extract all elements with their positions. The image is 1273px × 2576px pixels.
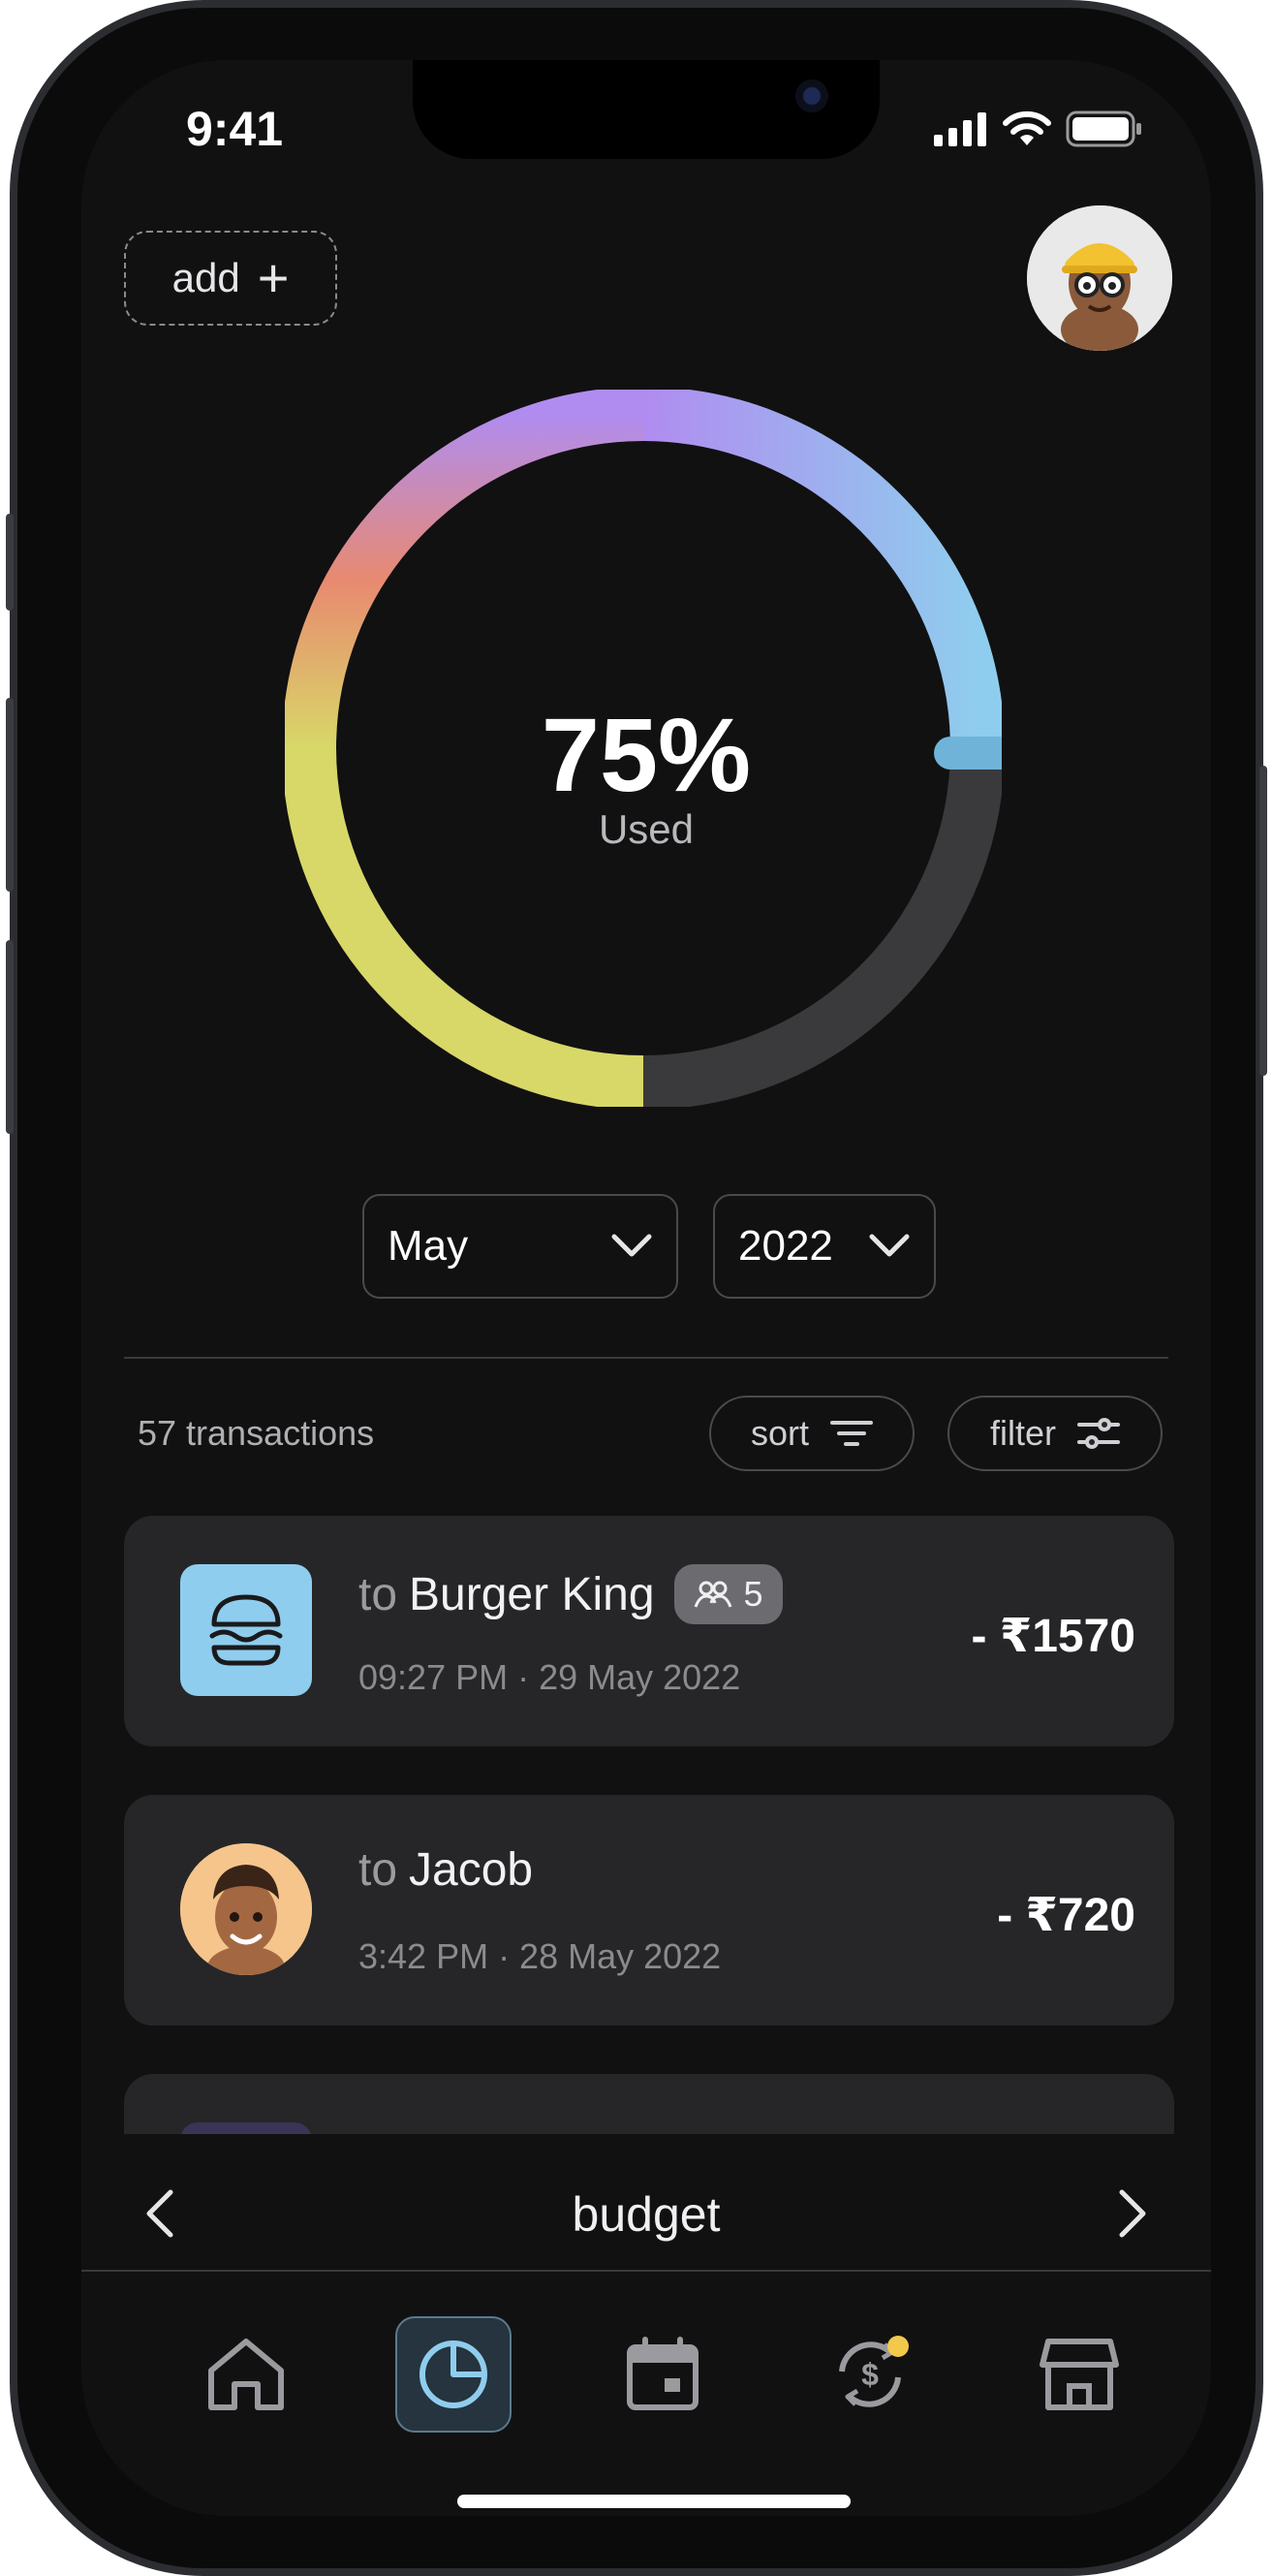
filter-label: filter (989, 1413, 1056, 1453)
volume-down-button (6, 940, 14, 1134)
transaction-name: Burger King (409, 1568, 655, 1620)
transaction-prefix: to (358, 1844, 398, 1896)
memoji-avatar-icon (180, 1843, 312, 1975)
notch (413, 60, 880, 159)
year-value: 2022 (738, 1222, 833, 1270)
transaction-prefix: to (358, 1568, 398, 1620)
group-badge: 5 (673, 1564, 783, 1624)
transaction-title: to Burger King 5 (358, 1564, 783, 1624)
status-time: 9:41 (186, 102, 284, 156)
chevron-down-icon (869, 1234, 910, 1257)
status-icons (932, 110, 1143, 147)
home-indicator[interactable] (457, 2495, 851, 2508)
filter-button[interactable]: filter (947, 1396, 1163, 1471)
month-value: May (388, 1222, 469, 1270)
pie-chart-icon (419, 2340, 487, 2408)
transaction-amount: - ₹1570 (971, 1611, 1136, 1662)
tab-calendar[interactable] (605, 2316, 721, 2433)
group-count: 5 (743, 1574, 763, 1614)
home-icon (208, 2339, 284, 2410)
camera-icon (795, 79, 828, 112)
transaction-amount: - ₹720 (997, 1890, 1135, 1941)
memoji-avatar-icon (1027, 205, 1172, 351)
volume-up-button (6, 698, 14, 892)
profile-avatar[interactable] (1027, 205, 1172, 351)
tab-exchange[interactable]: $ (812, 2316, 928, 2433)
store-icon (1040, 2339, 1119, 2410)
sort-label: sort (750, 1413, 809, 1453)
add-button[interactable]: add + (124, 231, 337, 326)
transaction-name: Jacob (409, 1844, 534, 1896)
add-label: add (171, 255, 240, 300)
tabbar-divider (81, 2270, 1211, 2272)
svg-text:$: $ (861, 2357, 879, 2392)
transaction-meta: 09:27 PM · 29 May 2022 (358, 1657, 741, 1697)
chevron-down-icon (611, 1234, 652, 1257)
chevron-right-icon[interactable] (1116, 2186, 1151, 2241)
transaction-meta: 3:42 PM · 28 May 2022 (358, 1936, 722, 1976)
month-select[interactable]: May (362, 1194, 678, 1299)
transaction-title: to Jacob (358, 1843, 533, 1897)
section-nav: budget (81, 2134, 1211, 2345)
signal-icon (934, 112, 986, 146)
plus-icon: + (257, 247, 290, 308)
calendar-icon (627, 2337, 699, 2410)
percent-used: 75% (541, 696, 752, 813)
sliders-icon (1077, 1418, 1120, 1449)
power-button (1259, 766, 1267, 1076)
mute-switch (6, 514, 14, 611)
sort-button[interactable]: sort (709, 1396, 915, 1471)
tab-store[interactable] (1021, 2316, 1137, 2433)
sort-icon (830, 1421, 873, 1446)
phone-frame: 9:41 add + 75% Used May 2022 57 transact… (6, 0, 1267, 2576)
battery-icon (1066, 110, 1141, 147)
section-title: budget (572, 2187, 721, 2242)
app-screen: 9:41 add + 75% Used May 2022 57 transact… (81, 60, 1211, 2516)
avatar (180, 1843, 312, 1975)
tab-home[interactable] (188, 2316, 304, 2433)
divider (124, 1357, 1168, 1359)
transaction-row[interactable]: to Burger King 5 09:27 PM · 29 May 2022 … (124, 1516, 1174, 1746)
used-label: Used (598, 806, 695, 852)
transaction-row[interactable]: to Jacob 3:42 PM · 28 May 2022 - ₹720 (124, 1795, 1174, 2026)
wifi-icon (1003, 110, 1051, 145)
burger-icon (180, 1564, 312, 1696)
group-icon (694, 1581, 731, 1608)
year-select[interactable]: 2022 (713, 1194, 936, 1299)
transaction-count: 57 transactions (138, 1413, 375, 1453)
tab-budget[interactable] (395, 2316, 512, 2433)
exchange-icon: $ (839, 2336, 909, 2407)
